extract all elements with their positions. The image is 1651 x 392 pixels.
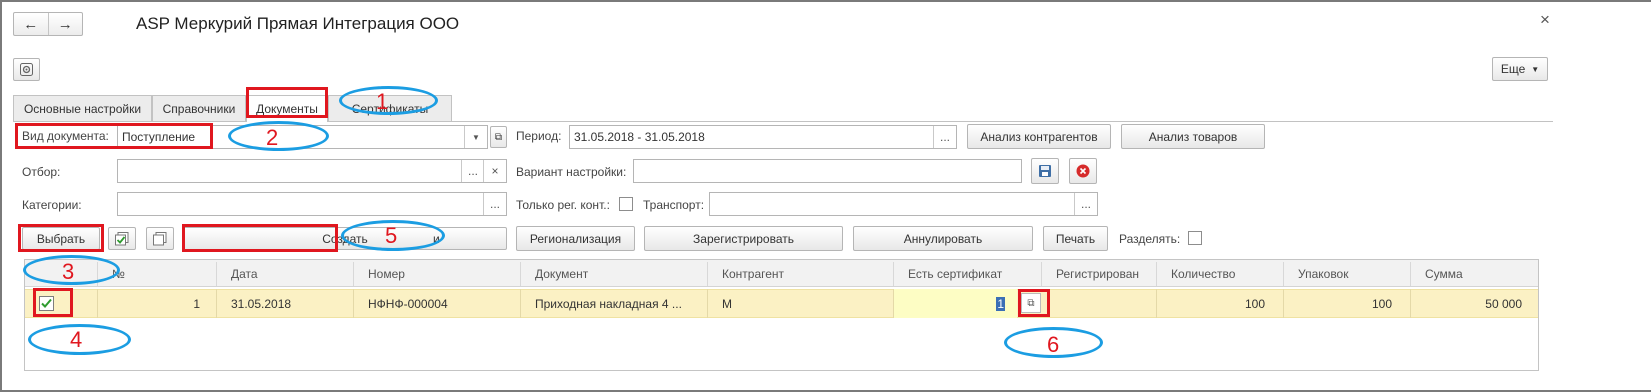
header-label: Упаковок	[1298, 267, 1349, 281]
annotation-number-2: 2	[266, 125, 279, 150]
nav-buttons: ← →	[13, 12, 83, 36]
analyze-goods-button[interactable]: Анализ товаров	[1121, 124, 1265, 149]
column-header-document[interactable]: Документ	[521, 262, 708, 286]
column-header-sum[interactable]: Сумма	[1411, 262, 1538, 286]
filter-clear-button[interactable]: ×	[483, 160, 506, 182]
tab-strip-line	[13, 121, 1553, 122]
highlight-select-button	[18, 224, 104, 252]
delete-icon	[1076, 164, 1090, 178]
categories-field[interactable]: ...	[117, 192, 507, 216]
delete-variant-button[interactable]	[1069, 158, 1097, 184]
cell-date: 31.05.2018	[217, 289, 354, 318]
cell-certificate[interactable]: 1	[894, 289, 1017, 318]
annotation-number-6: 6	[1047, 332, 1060, 357]
period-value: 31.05.2018 - 31.05.2018	[574, 130, 705, 144]
tab-label: Справочники	[162, 101, 236, 116]
filter-field[interactable]: ... ×	[117, 159, 507, 183]
period-choose-button[interactable]: ...	[933, 126, 956, 148]
regionalization-button[interactable]: Регионализация	[516, 226, 635, 251]
only-reg-checkbox[interactable]	[619, 197, 633, 211]
header-label: Сумма	[1425, 267, 1463, 281]
caret-down-icon: ▼	[1531, 64, 1540, 74]
annul-button[interactable]: Аннулировать	[853, 226, 1033, 251]
save-variant-button[interactable]	[1031, 158, 1059, 184]
annotation-number-5: 5	[385, 223, 398, 248]
settings-button[interactable]	[13, 58, 40, 81]
analyze-contractors-button[interactable]: Анализ контрагентов	[967, 124, 1111, 149]
cell-sum: 50 000	[1485, 296, 1522, 311]
annotation-ellipse-2	[228, 121, 329, 151]
only-reg-label: Только рег. конт.:	[516, 198, 610, 212]
cell-doc-number: НФНФ-000004	[354, 289, 521, 318]
annotation-ellipse-1	[339, 86, 438, 115]
filter-label: Отбор:	[22, 165, 61, 179]
forward-button[interactable]: →	[49, 13, 83, 35]
header-label: Есть сертификат	[908, 267, 1003, 281]
header-label: Номер	[368, 267, 405, 281]
highlight-doc-type	[15, 123, 213, 149]
arrow-left-icon: ←	[23, 15, 39, 33]
annotation-number-4: 4	[70, 327, 83, 352]
uncheck-all-icon	[153, 231, 167, 245]
cell-quantity: 100	[1157, 289, 1284, 318]
open-window-icon: ⧉	[494, 131, 503, 143]
mark-all-button[interactable]	[108, 227, 136, 250]
cell-packages: 100	[1284, 289, 1411, 318]
period-field[interactable]: 31.05.2018 - 31.05.2018 ...	[569, 125, 957, 149]
column-header-registered[interactable]: Регистрирован	[1042, 262, 1157, 286]
highlight-create-button	[182, 224, 338, 252]
tab-label: Основные настройки	[23, 101, 142, 116]
transport-field[interactable]: ...	[709, 192, 1098, 216]
annotation-number-1: 1	[376, 89, 389, 114]
column-header-doc-number[interactable]: Номер	[354, 262, 521, 286]
cell-contractor: М	[708, 289, 894, 318]
open-doc-type-button[interactable]: ⧉	[490, 126, 507, 148]
column-header-date[interactable]: Дата	[217, 262, 354, 286]
categories-choose-button[interactable]: ...	[483, 193, 506, 215]
register-button[interactable]: Зарегистрировать	[644, 226, 843, 251]
cell-number: 1	[98, 289, 217, 318]
header-label: Документ	[535, 267, 589, 281]
column-header-packages[interactable]: Упаковок	[1284, 262, 1411, 286]
gear-icon	[20, 63, 33, 76]
highlight-documents-tab	[246, 87, 328, 118]
transport-label: Транспорт:	[643, 198, 705, 212]
categories-label: Категории:	[22, 198, 82, 212]
window-title: ASP Меркурий Прямая Интеграция ООО	[136, 14, 460, 33]
cell-registered	[1042, 289, 1157, 318]
highlight-row-checkbox	[33, 288, 73, 317]
column-header-contractor[interactable]: Контрагент	[708, 262, 894, 286]
certificate-value[interactable]: 1	[996, 296, 1005, 311]
split-label: Разделять:	[1119, 232, 1181, 246]
setting-variant-label: Вариант настройки:	[516, 165, 627, 179]
column-header-certificate[interactable]: Есть сертификат	[894, 262, 1042, 286]
header-label: Контрагент	[722, 267, 785, 281]
more-button[interactable]: Еще ▼	[1492, 57, 1548, 81]
cell-document: Приходная накладная 4 ...	[521, 289, 708, 318]
dropdown-icon[interactable]: ▼	[464, 126, 487, 148]
filter-choose-button[interactable]: ...	[461, 160, 484, 182]
split-checkbox[interactable]	[1188, 231, 1202, 245]
unmark-all-button[interactable]	[146, 227, 174, 250]
header-label: Дата	[231, 267, 258, 281]
tab-directories[interactable]: Справочники	[152, 95, 246, 121]
check-all-icon	[115, 231, 129, 245]
setting-variant-field[interactable]	[633, 159, 1022, 183]
column-header-quantity[interactable]: Количество	[1157, 262, 1284, 286]
more-label: Еще	[1500, 62, 1526, 76]
arrow-right-icon: →	[57, 15, 73, 33]
close-icon[interactable]: ×	[1540, 10, 1550, 30]
highlight-certificate-button	[1018, 289, 1050, 317]
header-label: Количество	[1171, 267, 1236, 281]
header-label: Регистрирован	[1056, 267, 1139, 281]
tab-main-settings[interactable]: Основные настройки	[13, 95, 152, 121]
annotation-number-3: 3	[62, 259, 75, 284]
transport-choose-button[interactable]: ...	[1074, 193, 1097, 215]
period-label: Период:	[516, 129, 562, 143]
print-button[interactable]: Печать	[1043, 226, 1108, 251]
back-button[interactable]: ←	[14, 13, 49, 35]
save-icon	[1039, 165, 1051, 177]
